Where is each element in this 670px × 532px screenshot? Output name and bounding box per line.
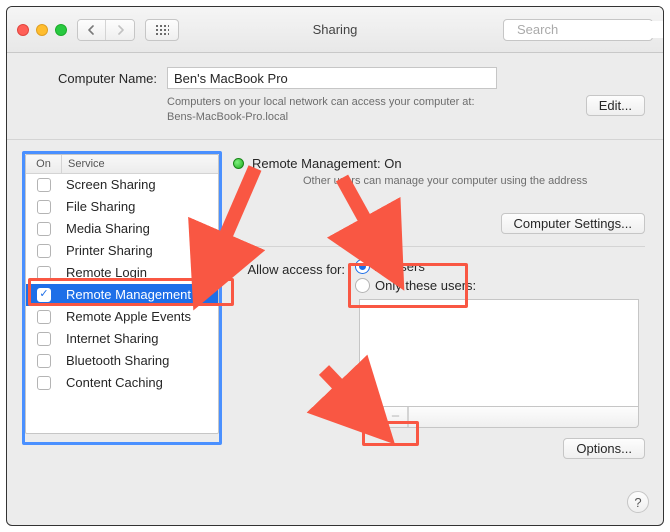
annotation-arrow <box>314 362 384 432</box>
service-row[interactable]: Remote Management <box>26 284 218 306</box>
grid-icon <box>155 24 169 35</box>
close-window-button[interactable] <box>17 24 29 36</box>
service-checkbox[interactable] <box>37 354 51 368</box>
status-title: Remote Management: On <box>252 156 402 171</box>
window-toolbar: Sharing <box>7 7 663 53</box>
radio-button[interactable] <box>355 278 370 293</box>
service-checkbox[interactable] <box>37 288 51 302</box>
zoom-window-button[interactable] <box>55 24 67 36</box>
service-row[interactable]: Remote Apple Events <box>26 306 218 328</box>
service-table: On Service Screen Sharing File Sharing Med… <box>25 154 219 434</box>
service-row[interactable]: Media Sharing <box>26 218 218 240</box>
traffic-lights <box>17 24 67 36</box>
service-label: Bluetooth Sharing <box>62 353 218 368</box>
service-row[interactable]: Printer Sharing <box>26 240 218 262</box>
add-remove-group: + − <box>359 407 639 428</box>
forward-button[interactable] <box>106 20 134 40</box>
service-row[interactable]: File Sharing <box>26 196 218 218</box>
computer-name-section: Computer Name: Ben's MacBook Pro Compute… <box>7 53 663 140</box>
service-checkbox[interactable] <box>37 222 51 236</box>
access-radio-row[interactable]: Only these users: <box>355 278 476 293</box>
service-label: Remote Login <box>62 265 218 280</box>
service-label: Printer Sharing <box>62 243 218 258</box>
service-label: Internet Sharing <box>62 331 218 346</box>
chevron-left-icon <box>87 25 96 35</box>
service-label: Content Caching <box>62 375 218 390</box>
annotation-arrow <box>332 170 402 270</box>
computer-name-field[interactable]: Ben's MacBook Pro <box>167 67 497 89</box>
service-checkbox[interactable] <box>37 244 51 258</box>
remove-user-button[interactable]: − <box>384 407 408 427</box>
search-field[interactable] <box>503 19 653 41</box>
service-checkbox[interactable] <box>37 310 51 324</box>
show-all-button[interactable] <box>145 19 179 41</box>
chevron-right-icon <box>116 25 125 35</box>
computer-hostname: Bens-MacBook-Pro.local <box>167 110 497 125</box>
service-header-on: On <box>26 155 62 173</box>
service-row[interactable]: Content Caching <box>26 372 218 394</box>
service-row[interactable]: Bluetooth Sharing <box>26 350 218 372</box>
back-button[interactable] <box>78 20 106 40</box>
service-label: Remote Apple Events <box>62 309 218 324</box>
service-checkbox[interactable] <box>37 376 51 390</box>
computer-name-help: Computers on your local network can acce… <box>167 95 497 110</box>
service-row[interactable]: Internet Sharing <box>26 328 218 350</box>
nav-back-forward <box>77 19 135 41</box>
edit-hostname-button[interactable]: Edit... <box>586 95 645 116</box>
radio-label: Only these users: <box>375 278 476 293</box>
help-button[interactable]: ? <box>627 491 649 513</box>
service-label: Media Sharing <box>62 221 218 236</box>
service-label: File Sharing <box>62 199 218 214</box>
service-header-service: Service <box>62 155 218 173</box>
computer-name-label: Computer Name: <box>7 71 157 86</box>
service-checkbox[interactable] <box>37 266 51 280</box>
service-checkbox[interactable] <box>37 332 51 346</box>
users-list[interactable] <box>359 299 639 407</box>
service-row[interactable]: Screen Sharing <box>26 174 218 196</box>
options-button[interactable]: Options... <box>563 438 645 459</box>
service-label: Remote Management <box>62 287 218 302</box>
annotation-arrow <box>200 160 270 290</box>
search-input[interactable] <box>515 21 664 38</box>
minimize-window-button[interactable] <box>36 24 48 36</box>
service-row[interactable]: Remote Login <box>26 262 218 284</box>
service-checkbox[interactable] <box>37 200 51 214</box>
computer-settings-button[interactable]: Computer Settings... <box>501 213 646 234</box>
service-label: Screen Sharing <box>62 177 218 192</box>
service-checkbox[interactable] <box>37 178 51 192</box>
